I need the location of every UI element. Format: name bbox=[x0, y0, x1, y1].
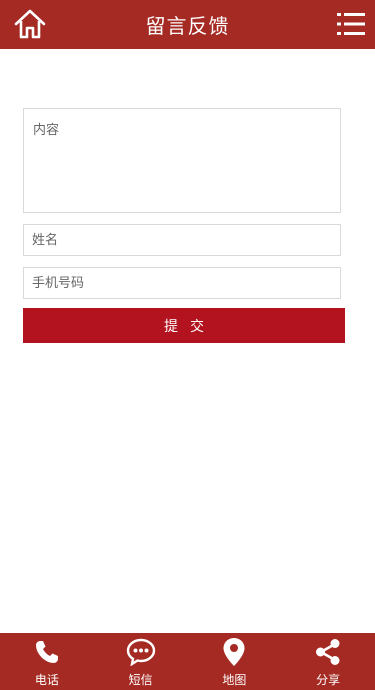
submit-button[interactable]: 提交 bbox=[23, 308, 345, 343]
nav-share-label: 分享 bbox=[316, 673, 341, 687]
nav-share[interactable]: 分享 bbox=[281, 633, 375, 690]
name-input[interactable] bbox=[23, 224, 341, 256]
message-bubble-icon bbox=[126, 637, 156, 667]
home-icon bbox=[14, 9, 46, 39]
menu-button[interactable] bbox=[337, 10, 365, 38]
page-title: 留言反馈 bbox=[145, 14, 230, 38]
phone-input[interactable] bbox=[23, 267, 341, 299]
map-pin-icon bbox=[219, 637, 249, 667]
nav-map-label: 地图 bbox=[222, 673, 247, 687]
content-textarea[interactable] bbox=[23, 108, 341, 213]
feedback-form: 提交 bbox=[23, 108, 345, 343]
nav-phone[interactable]: 电话 bbox=[0, 633, 94, 690]
top-bar: 留言反馈 bbox=[0, 0, 375, 49]
nav-phone-label: 电话 bbox=[34, 673, 59, 687]
menu-list-icon bbox=[337, 13, 365, 35]
nav-sms[interactable]: 短信 bbox=[94, 633, 188, 690]
nav-sms-label: 短信 bbox=[128, 673, 153, 687]
share-icon bbox=[313, 637, 343, 667]
home-button[interactable] bbox=[12, 7, 48, 41]
phone-icon bbox=[32, 637, 62, 667]
nav-map[interactable]: 地图 bbox=[188, 633, 282, 690]
bottom-nav: 电话 短信 地图 分享 bbox=[0, 633, 375, 690]
